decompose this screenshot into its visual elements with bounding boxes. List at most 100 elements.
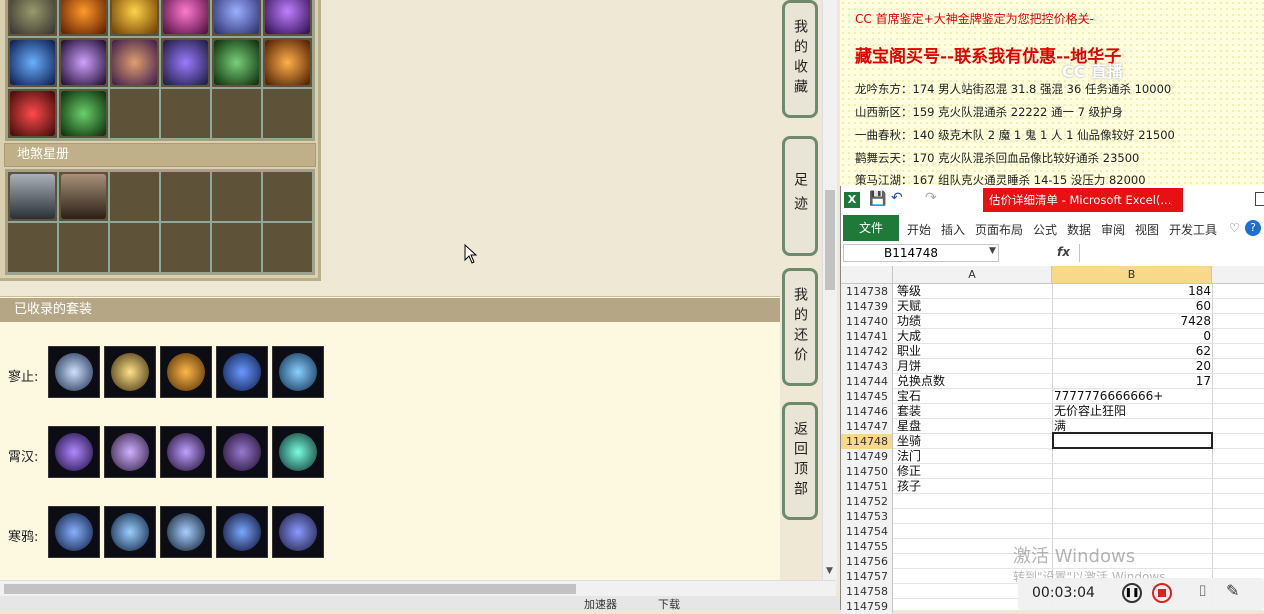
inventory-slot[interactable] [7, 37, 58, 88]
horizontal-scrollbar-thumb[interactable] [4, 584, 576, 594]
row-number[interactable]: 114749 [841, 449, 893, 464]
inventory-slot[interactable] [211, 37, 262, 88]
cell-a[interactable]: 兑换点数 [897, 374, 1052, 389]
cell-b[interactable]: 184 [1054, 284, 1211, 299]
cell-b[interactable]: 60 [1054, 299, 1211, 314]
row-number[interactable]: 114759 [841, 599, 893, 614]
star-slot[interactable] [58, 222, 109, 273]
row-number[interactable]: 114757 [841, 569, 893, 584]
star-slot[interactable] [58, 171, 109, 222]
row-number[interactable]: 114748 [841, 434, 893, 449]
inventory-slot[interactable] [58, 0, 109, 37]
formula-input[interactable] [1079, 244, 1264, 262]
star-slot[interactable] [160, 222, 211, 273]
row-number[interactable]: 114750 [841, 464, 893, 479]
cell-b[interactable]: 满 [1054, 419, 1211, 434]
suit-item[interactable] [104, 346, 156, 398]
star-slot[interactable] [109, 222, 160, 273]
suit-item[interactable] [48, 506, 100, 558]
tab-data[interactable]: 数据 [1067, 221, 1091, 238]
file-tab[interactable]: 文件 [843, 215, 899, 241]
row-number[interactable]: 114741 [841, 329, 893, 344]
cell-a[interactable]: 职业 [897, 344, 1052, 359]
star-slot[interactable] [109, 171, 160, 222]
row-number[interactable]: 114739 [841, 299, 893, 314]
nav-my-favorites[interactable]: 我的收藏 [782, 0, 818, 118]
name-box[interactable]: B114748 [843, 244, 999, 262]
tab-developer[interactable]: 开发工具 [1169, 221, 1217, 238]
star-slot[interactable] [7, 171, 58, 222]
inventory-slot[interactable] [7, 88, 58, 139]
tab-view[interactable]: 视图 [1135, 221, 1159, 238]
row-number[interactable]: 114754 [841, 524, 893, 539]
inventory-slot[interactable] [160, 0, 211, 37]
tab-page-layout[interactable]: 页面布局 [975, 221, 1023, 238]
row-number[interactable]: 114751 [841, 479, 893, 494]
star-slot[interactable] [262, 171, 313, 222]
cell-a[interactable]: 天赋 [897, 299, 1052, 314]
active-cell[interactable] [1052, 432, 1213, 449]
column-header-c[interactable] [1212, 266, 1264, 284]
nav-my-bargain[interactable]: 我的还价 [782, 268, 818, 386]
inventory-slot[interactable] [262, 37, 313, 88]
suit-item[interactable] [48, 346, 100, 398]
inventory-slot[interactable] [58, 88, 109, 139]
tab-formulas[interactable]: 公式 [1033, 221, 1057, 238]
suit-item[interactable] [160, 506, 212, 558]
suit-item[interactable] [48, 426, 100, 478]
suit-item[interactable] [272, 426, 324, 478]
suit-item[interactable] [160, 426, 212, 478]
suit-item[interactable] [216, 346, 268, 398]
nav-back-to-top[interactable]: 返回顶部 [782, 402, 818, 520]
column-header-a[interactable]: A [893, 266, 1052, 284]
inventory-slot[interactable] [211, 0, 262, 37]
inventory-slot[interactable] [109, 88, 160, 139]
row-number[interactable]: 114742 [841, 344, 893, 359]
suit-item[interactable] [104, 426, 156, 478]
inventory-slot[interactable] [109, 37, 160, 88]
cell-a[interactable]: 孩子 [897, 479, 1052, 494]
fx-icon[interactable]: fx [1057, 245, 1070, 259]
star-slot[interactable] [160, 171, 211, 222]
column-header-b[interactable]: B [1052, 266, 1212, 284]
row-number[interactable]: 114744 [841, 374, 893, 389]
cell-b[interactable]: 17 [1054, 374, 1211, 389]
suit-item[interactable] [216, 506, 268, 558]
maximize-icon[interactable] [1255, 192, 1264, 206]
suit-item[interactable] [216, 426, 268, 478]
row-number[interactable]: 114756 [841, 554, 893, 569]
stop-icon[interactable] [1152, 583, 1172, 603]
suit-item[interactable] [104, 506, 156, 558]
cell-b[interactable]: 7428 [1054, 314, 1211, 329]
suit-item[interactable] [272, 346, 324, 398]
row-number[interactable]: 114755 [841, 539, 893, 554]
save-icon[interactable]: 💾 [869, 191, 886, 207]
row-number[interactable]: 114745 [841, 389, 893, 404]
row-number[interactable]: 114752 [841, 494, 893, 509]
row-number[interactable]: 114740 [841, 314, 893, 329]
tab-review[interactable]: 审阅 [1101, 221, 1125, 238]
suit-item[interactable] [160, 346, 212, 398]
name-box-dropdown-icon[interactable]: ▼ [989, 246, 996, 256]
inventory-slot[interactable] [58, 37, 109, 88]
cell-a[interactable]: 月饼 [897, 359, 1052, 374]
cell-a[interactable]: 法门 [897, 449, 1052, 464]
cell-a[interactable]: 等级 [897, 284, 1052, 299]
horizontal-scrollbar[interactable] [0, 580, 836, 597]
cell-a[interactable]: 套装 [897, 404, 1052, 419]
inventory-slot[interactable] [262, 0, 313, 37]
cell-a[interactable]: 大成 [897, 329, 1052, 344]
tab-home[interactable]: 开始 [907, 221, 931, 238]
cell-b[interactable]: 20 [1054, 359, 1211, 374]
camera-icon[interactable]: ⌷ [1198, 582, 1207, 600]
tab-insert[interactable]: 插入 [941, 221, 965, 238]
scroll-down-arrow-icon[interactable]: ▼ [826, 566, 833, 576]
cell-a[interactable]: 功绩 [897, 314, 1052, 329]
star-slot[interactable] [7, 222, 58, 273]
star-slot[interactable] [211, 222, 262, 273]
pen-icon[interactable]: ✎ [1226, 581, 1239, 600]
inventory-slot[interactable] [211, 88, 262, 139]
inventory-slot[interactable] [109, 0, 160, 37]
undo-icon[interactable]: ↶ [891, 190, 903, 206]
row-number[interactable]: 114753 [841, 509, 893, 524]
